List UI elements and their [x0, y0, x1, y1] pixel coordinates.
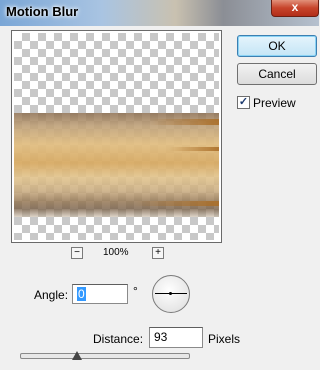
angle-input[interactable]: 0 [72, 284, 128, 304]
blur-streak [134, 201, 219, 206]
zoom-out-button[interactable]: − [71, 247, 83, 259]
angle-label: Angle: [34, 288, 69, 302]
blur-streak [149, 119, 219, 125]
close-icon: x [291, 0, 299, 14]
angle-value: 0 [77, 287, 86, 301]
preview-frame [11, 30, 222, 243]
window-title: Motion Blur [6, 4, 79, 19]
dial-center [169, 292, 172, 295]
zoom-in-icon: + [155, 247, 161, 258]
preview-checkbox[interactable]: ✓ [237, 96, 250, 109]
distance-unit: Pixels [208, 332, 241, 346]
angle-dial-icon[interactable] [152, 275, 190, 313]
ok-button[interactable]: OK [237, 35, 317, 57]
checkmark-icon: ✓ [238, 96, 249, 108]
cancel-button[interactable]: Cancel [237, 63, 317, 85]
zoom-out-icon: − [74, 247, 80, 258]
blur-streak [169, 147, 219, 151]
title-bar: Motion Blur x [0, 0, 319, 26]
distance-input[interactable]: 93 [149, 327, 203, 348]
distance-slider[interactable] [20, 353, 190, 359]
close-button[interactable]: x [271, 0, 319, 17]
zoom-level: 100% [103, 247, 129, 258]
slider-thumb-icon[interactable] [72, 351, 82, 360]
preview-canvas[interactable] [14, 33, 219, 240]
degree-unit: ° [133, 284, 138, 298]
distance-label: Distance: [93, 332, 144, 346]
preview-checkbox-label[interactable]: Preview [253, 96, 296, 110]
zoom-in-button[interactable]: + [152, 247, 164, 259]
